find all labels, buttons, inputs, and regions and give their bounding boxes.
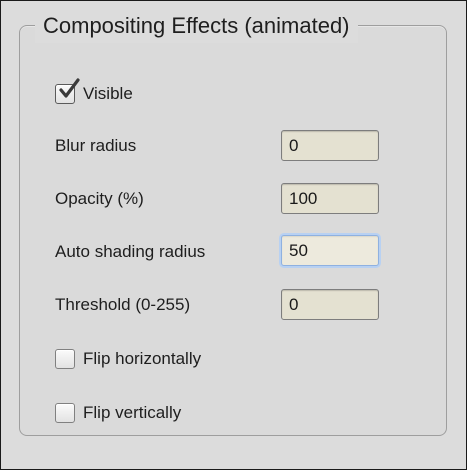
visible-checkbox[interactable] — [55, 78, 80, 104]
flip-horizontally-label: Flip horizontally — [83, 349, 202, 368]
blur-radius-field[interactable] — [281, 130, 379, 161]
flip-vertically-checkbox[interactable] — [55, 403, 75, 423]
threshold-field[interactable] — [281, 289, 379, 320]
visible-checkbox-row[interactable]: Visible — [55, 78, 133, 106]
checkmark-icon — [59, 78, 80, 98]
visible-label: Visible — [83, 84, 133, 103]
flip-vertically-label: Flip vertically — [83, 403, 182, 422]
blur-radius-label: Blur radius — [55, 136, 137, 155]
auto-shading-radius-field[interactable] — [281, 235, 379, 266]
flip-vertically-row[interactable]: Flip vertically — [55, 401, 181, 425]
threshold-label: Threshold (0-255) — [55, 295, 191, 314]
group-title: Compositing Effects (animated) — [35, 9, 358, 43]
flip-horizontally-checkbox[interactable] — [55, 349, 75, 369]
opacity-label: Opacity (%) — [55, 189, 144, 208]
opacity-field[interactable] — [281, 183, 379, 214]
compositing-effects-panel: Compositing Effects (animated) Visible B… — [0, 0, 467, 470]
auto-shading-radius-label: Auto shading radius — [55, 242, 206, 261]
flip-horizontally-row[interactable]: Flip horizontally — [55, 347, 201, 371]
